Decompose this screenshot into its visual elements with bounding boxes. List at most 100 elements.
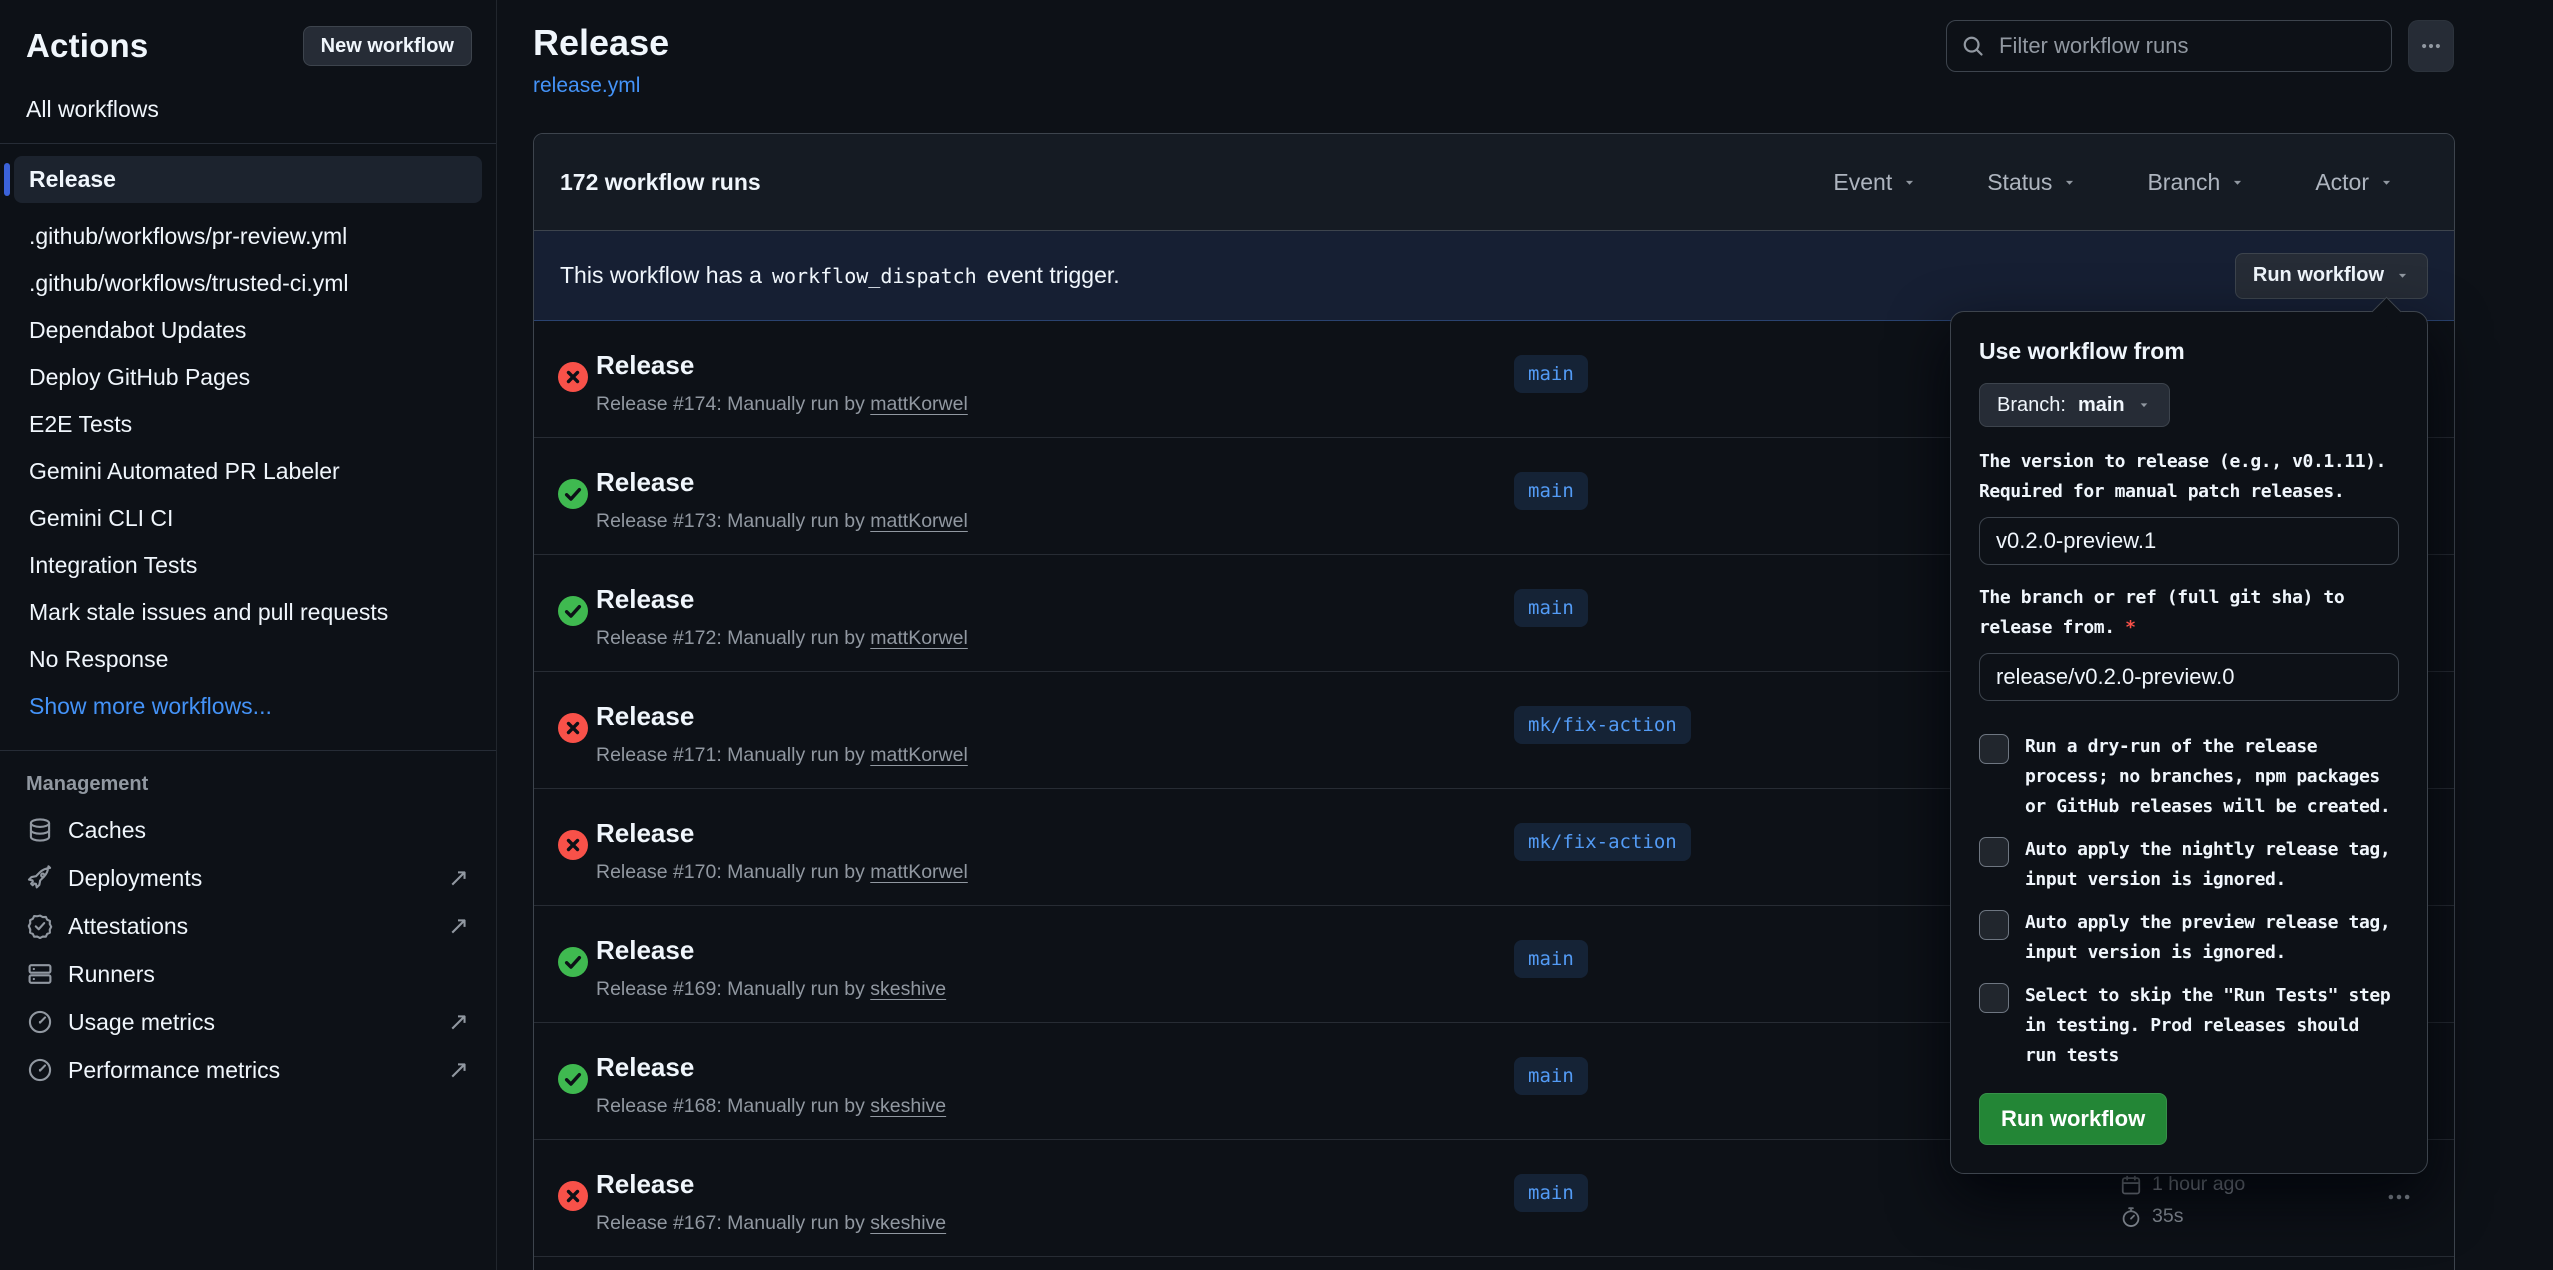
use-workflow-from-label: Use workflow from	[1979, 338, 2399, 365]
sidebar-workflow-item[interactable]: Dependabot Updates	[14, 307, 482, 354]
run-kebab-button[interactable]	[2386, 1184, 2412, 1210]
checkbox[interactable]	[1979, 910, 2009, 940]
success-icon	[558, 947, 588, 977]
sidebar-management-item[interactable]: Performance metrics ↗	[14, 1046, 482, 1094]
branch-badge[interactable]: main	[1514, 472, 1588, 510]
new-workflow-button[interactable]: New workflow	[303, 26, 472, 66]
actor-link[interactable]: mattKorwel	[870, 861, 968, 883]
success-icon	[558, 1064, 588, 1094]
meter-icon	[27, 1057, 53, 1083]
branch-badge[interactable]: main	[1514, 1057, 1588, 1095]
run-workflow-submit-button[interactable]: Run workflow	[1979, 1093, 2167, 1145]
sidebar-management-item[interactable]: Usage metrics ↗	[14, 998, 482, 1046]
branch-badge[interactable]: mk/fix-action	[1514, 706, 1691, 744]
sidebar-management-item[interactable]: Caches ↗	[14, 806, 482, 854]
dispatch-option-row: Select to skip the "Run Tests" step in t…	[1979, 981, 2399, 1071]
sidebar-workflow-item[interactable]: E2E Tests	[14, 401, 482, 448]
sidebar-management-item[interactable]: Runners ↗	[14, 950, 482, 998]
banner-text: This workflow has aworkflow_dispatcheven…	[560, 262, 1120, 289]
arrow-up-right-icon: ↗	[448, 911, 469, 941]
management-list: Caches ↗ Deployments ↗ Attestations ↗ Ru…	[0, 806, 496, 1094]
sidebar-workflow-item[interactable]: .github/workflows/pr-review.yml	[14, 213, 482, 260]
run-title-link[interactable]: Release	[596, 1052, 694, 1083]
failure-icon	[558, 362, 588, 392]
run-description: Release #174: Manually run by mattKorwel	[596, 393, 968, 416]
sidebar-workflow-item[interactable]: Gemini Automated PR Labeler	[14, 448, 482, 495]
sidebar-divider	[0, 750, 496, 751]
chevron-down-icon	[1902, 175, 1917, 190]
runs-filter-dropdown[interactable]: Actor	[2309, 168, 2400, 197]
branch-badge[interactable]: main	[1514, 355, 1588, 393]
runs-filter-dropdown[interactable]: Status	[1981, 168, 2083, 197]
branch-badge[interactable]: mk/fix-action	[1514, 823, 1691, 861]
runs-filters: Event Status Branch Actor	[1827, 168, 2428, 197]
sidebar-workflow-item[interactable]: No Response	[14, 636, 482, 683]
version-input[interactable]	[1979, 517, 2399, 565]
run-title-link[interactable]: Release	[596, 818, 694, 849]
runs-filter-dropdown[interactable]: Event	[1827, 168, 1923, 197]
run-title-link[interactable]: Release	[596, 467, 694, 498]
sidebar-workflow-item[interactable]: Gemini CLI CI	[14, 495, 482, 542]
ref-input[interactable]	[1979, 653, 2399, 701]
rocket-icon	[27, 865, 53, 891]
run-title-link[interactable]: Release	[596, 350, 694, 381]
dispatch-option-row: Run a dry-run of the release process; no…	[1979, 732, 2399, 822]
run-workflow-dropdown-panel: Use workflow from Branch:main The versio…	[1950, 311, 2428, 1174]
run-workflow-dropdown-button[interactable]: Run workflow	[2235, 253, 2428, 299]
failure-icon	[558, 713, 588, 743]
ref-input-label: The branch or ref (full git sha) to rele…	[1979, 583, 2399, 643]
branch-badge[interactable]: main	[1514, 1174, 1588, 1212]
actor-link[interactable]: skeshive	[870, 1095, 946, 1117]
run-title-link[interactable]: Release	[596, 1169, 694, 1200]
database-icon	[27, 817, 53, 843]
workflow-options-button[interactable]	[2408, 20, 2454, 72]
filter-runs-input[interactable]	[1997, 32, 2376, 60]
dispatch-option-row: Auto apply the preview release tag, inpu…	[1979, 908, 2399, 968]
show-more-workflows-link[interactable]: Show more workflows...	[14, 683, 482, 730]
actor-link[interactable]: mattKorwel	[870, 744, 968, 766]
run-description: Release #171: Manually run by mattKorwel	[596, 744, 968, 767]
run-description: Release #173: Manually run by mattKorwel	[596, 510, 968, 533]
dispatch-options: Run a dry-run of the release process; no…	[1979, 732, 2399, 1071]
sidebar-workflow-item[interactable]: Mark stale issues and pull requests	[14, 589, 482, 636]
page-header: Release release.yml	[533, 22, 669, 98]
run-description: Release #172: Manually run by mattKorwel	[596, 627, 968, 650]
checkbox[interactable]	[1979, 837, 2009, 867]
run-description: Release #167: Manually run by skeshive	[596, 1212, 946, 1235]
run-title-link[interactable]: Release	[596, 701, 694, 732]
checkbox[interactable]	[1979, 983, 2009, 1013]
workflow-dispatch-banner: This workflow has aworkflow_dispatcheven…	[534, 231, 2454, 321]
runs-list-header: 172 workflow runs Event Status Branch Ac…	[534, 134, 2454, 231]
actions-sidebar: Actions New workflow All workflows Relea…	[0, 0, 497, 1270]
branch-selector-button[interactable]: Branch:main	[1979, 383, 2170, 427]
run-meta: 1 hour ago 35s	[2120, 1173, 2245, 1228]
sidebar-workflow-item[interactable]: .github/workflows/trusted-ci.yml	[14, 260, 482, 307]
checkbox[interactable]	[1979, 734, 2009, 764]
arrow-up-right-icon: ↗	[448, 863, 469, 893]
actor-link[interactable]: skeshive	[870, 978, 946, 1000]
sidebar-workflow-item[interactable]: Deploy GitHub Pages	[14, 354, 482, 401]
run-title-link[interactable]: Release	[596, 584, 694, 615]
runs-filter-dropdown[interactable]: Branch	[2141, 168, 2251, 197]
actor-link[interactable]: mattKorwel	[870, 393, 968, 415]
success-icon	[558, 596, 588, 626]
actor-link[interactable]: mattKorwel	[870, 627, 968, 649]
branch-badge[interactable]: main	[1514, 940, 1588, 978]
actor-link[interactable]: skeshive	[870, 1212, 946, 1234]
version-input-label: The version to release (e.g., v0.1.11). …	[1979, 447, 2399, 507]
success-icon	[558, 479, 588, 509]
filter-runs-searchbox	[1946, 20, 2392, 72]
actor-link[interactable]: mattKorwel	[870, 510, 968, 532]
sidebar-workflow-item[interactable]: Integration Tests	[14, 542, 482, 589]
runs-count: 172 workflow runs	[560, 169, 761, 196]
sidebar-workflow-item[interactable]: Release	[14, 156, 482, 203]
failure-icon	[558, 1181, 588, 1211]
sidebar-management-item[interactable]: Attestations ↗	[14, 902, 482, 950]
sidebar-title: Actions	[26, 27, 148, 65]
workflow-file-link[interactable]: release.yml	[533, 74, 640, 98]
branch-badge[interactable]: main	[1514, 589, 1588, 627]
sidebar-item-all-workflows[interactable]: All workflows	[26, 96, 470, 123]
failure-icon	[558, 830, 588, 860]
run-title-link[interactable]: Release	[596, 935, 694, 966]
sidebar-management-item[interactable]: Deployments ↗	[14, 854, 482, 902]
